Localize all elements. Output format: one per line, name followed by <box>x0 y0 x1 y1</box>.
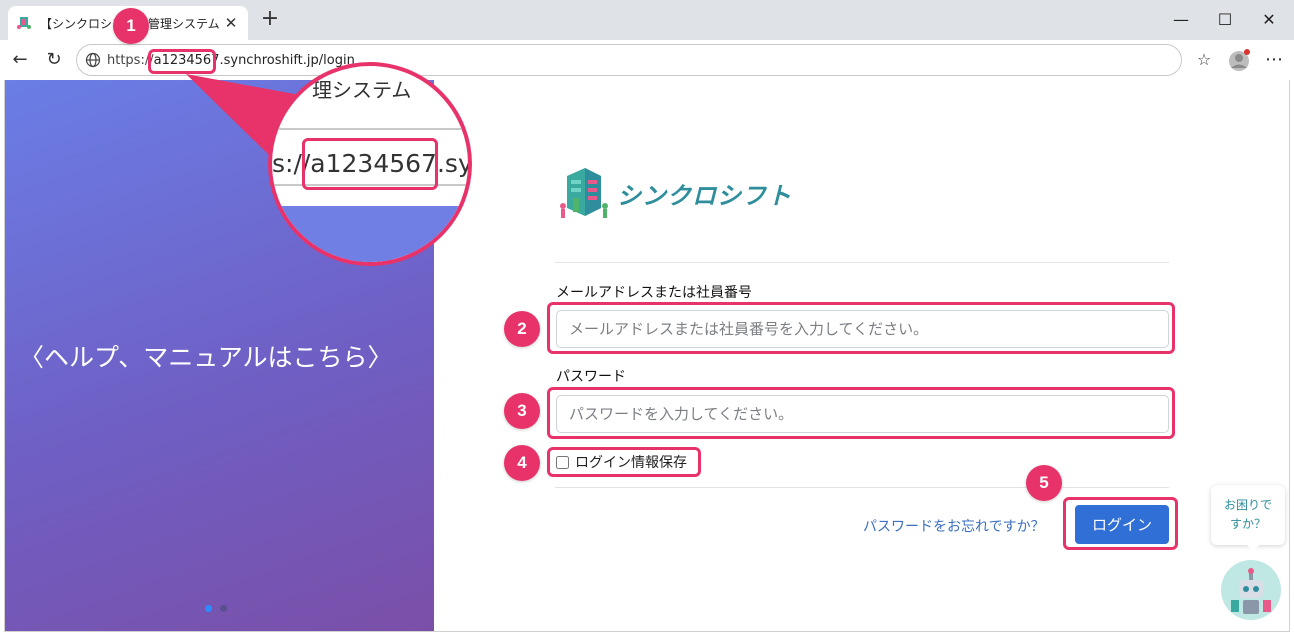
favicon <box>17 17 31 29</box>
magnifier-url-highlight <box>302 138 438 190</box>
carousel-dot-2[interactable] <box>220 605 227 612</box>
logo-text: シンクロシフト <box>617 181 792 210</box>
badge-4: 4 <box>504 445 540 481</box>
badge-3: 3 <box>504 393 540 429</box>
divider-top <box>555 262 1169 263</box>
magnifier-callout: 理システム s://a1234567.syn <box>268 62 472 266</box>
url-text: https://a1234567.synchroshift.jp/login <box>107 52 355 68</box>
globe-icon <box>85 52 101 68</box>
login-button-highlight <box>1063 497 1178 550</box>
minimize-icon[interactable]: — <box>1158 6 1204 34</box>
badge-2: 2 <box>504 311 540 347</box>
maximize-icon[interactable]: ☐ <box>1202 6 1248 34</box>
robot-icon[interactable] <box>1221 560 1281 620</box>
password-label: パスワード <box>556 369 626 385</box>
logo-icon <box>560 168 608 218</box>
divider-bottom <box>555 487 1169 488</box>
back-arrow-icon[interactable]: ← <box>8 48 32 72</box>
email-input-highlight <box>547 302 1175 354</box>
password-input-highlight <box>547 387 1175 439</box>
url-host-highlight <box>148 49 216 74</box>
badge-1: 1 <box>113 8 149 44</box>
forgot-password-link[interactable]: パスワードをお忘れですか？ <box>863 516 1045 536</box>
window-close-icon[interactable]: ✕ <box>1246 6 1292 34</box>
magnifier-panel-fragment <box>272 206 468 262</box>
browser-titlebar: 【シンクロシフト】管理システム ✕ + — ☐ ✕ <box>0 0 1294 40</box>
help-manual-link[interactable]: 〈ヘルプ、マニュアルはこちら〉 <box>19 338 393 374</box>
carousel-dots <box>205 605 227 612</box>
avatar[interactable] <box>1228 48 1252 72</box>
email-label: メールアドレスまたは社員番号 <box>556 285 752 301</box>
carousel-dot-1[interactable] <box>205 605 212 612</box>
magnifier-title-fragment: 理システム <box>312 78 412 102</box>
badge-5: 5 <box>1026 465 1062 501</box>
close-icon[interactable]: ✕ <box>222 14 240 32</box>
remember-highlight <box>547 447 701 477</box>
more-icon[interactable]: ⋯ <box>1262 48 1286 72</box>
help-chat-bubble[interactable]: お困りで すか？ <box>1211 485 1285 552</box>
help-bubble-line1: お困りで <box>1223 498 1272 512</box>
logo: シンクロシフト <box>557 166 792 220</box>
refresh-icon[interactable]: ↻ <box>42 48 66 72</box>
plus-icon[interactable]: + <box>258 8 282 32</box>
help-bubble-line2: すか？ <box>1229 517 1266 531</box>
address-bar[interactable]: https://a1234567.synchroshift.jp/login <box>76 44 1182 76</box>
favorites-icon[interactable]: ☆ <box>1192 48 1216 72</box>
